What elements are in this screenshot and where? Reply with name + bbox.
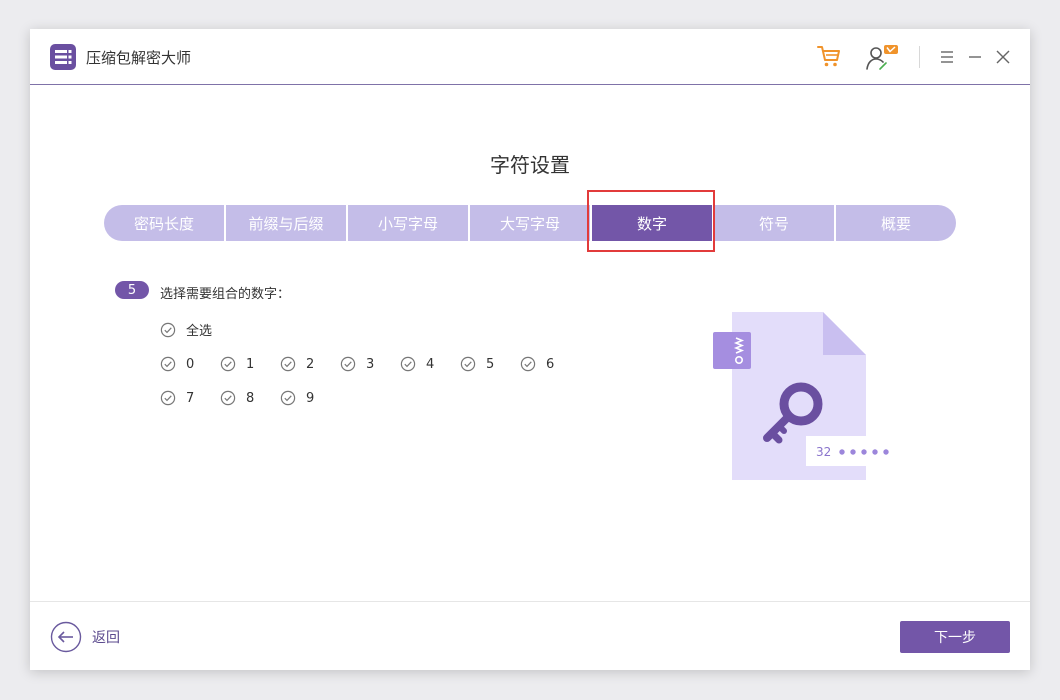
tab-summary[interactable]: 概要 [836, 205, 956, 241]
check-circle-icon [220, 390, 236, 406]
digit-checkbox-8[interactable]: 8 [220, 390, 254, 406]
check-circle-icon [160, 390, 176, 406]
digit-label: 6 [546, 356, 555, 372]
cart-icon[interactable] [816, 43, 842, 69]
digit-checkbox-2[interactable]: 2 [280, 356, 314, 372]
step-label: 选择需要组合的数字： [160, 287, 291, 302]
check-circle-icon [160, 322, 176, 337]
digit-label: 4 [426, 356, 435, 372]
digit-checkbox-0[interactable]: 0 [160, 356, 194, 372]
app-title: 压缩包解密大师 [86, 49, 192, 67]
check-circle-icon [220, 356, 236, 372]
digit-checkbox-4[interactable]: 4 [400, 356, 434, 372]
titlebar-separator [919, 46, 920, 68]
digit-checkbox-5[interactable]: 5 [460, 356, 494, 372]
digit-label: 8 [246, 390, 255, 406]
zip-key-illustration: 32 [713, 312, 903, 480]
page-title: 字符设置 [490, 153, 570, 177]
digit-label: 0 [186, 356, 195, 372]
check-circle-icon [340, 356, 356, 372]
digit-checkbox-7[interactable]: 7 [160, 390, 194, 406]
digit-label: 2 [306, 356, 315, 372]
back-label: 返回 [92, 630, 120, 646]
back-arrow-icon [50, 621, 82, 653]
digit-label: 9 [306, 390, 315, 406]
select-all-checkbox[interactable]: 全选 [160, 320, 212, 339]
tab-lowercase[interactable]: 小写字母 [348, 205, 468, 241]
user-vip-icon[interactable] [864, 43, 900, 71]
tab-symbols[interactable]: 符号 [714, 205, 834, 241]
tab-password-length[interactable]: 密码长度 [104, 205, 224, 241]
tab-uppercase[interactable]: 大写字母 [470, 205, 590, 241]
zipper-icon [713, 332, 751, 369]
check-circle-icon [280, 356, 296, 372]
digit-label: 1 [246, 356, 255, 372]
digit-label: 5 [486, 356, 495, 372]
minimize-icon[interactable] [966, 49, 984, 65]
check-circle-icon [400, 356, 416, 372]
check-circle-icon [520, 356, 536, 372]
menu-icon[interactable] [938, 49, 956, 65]
digit-checkbox-1[interactable]: 1 [220, 356, 254, 372]
sample-password-text: 32 [816, 445, 831, 459]
title-bar: 压缩包解密大师 [30, 29, 1030, 85]
digit-label: 3 [366, 356, 375, 372]
digit-checkbox-9[interactable]: 9 [280, 390, 314, 406]
check-circle-icon [160, 356, 176, 372]
back-button[interactable]: 返回 [50, 621, 120, 653]
app-window: 压缩包解密大师 字符设置 密码长度 前缀与后缀 小写字母 大写字母 数字 符号 … [30, 29, 1030, 670]
close-icon[interactable] [994, 49, 1012, 65]
check-circle-icon [280, 390, 296, 406]
step-badge: 5 [115, 281, 149, 299]
tab-digits[interactable]: 数字 [592, 205, 712, 241]
check-circle-icon [460, 356, 476, 372]
digit-checkbox-6[interactable]: 6 [520, 356, 554, 372]
select-all-label: 全选 [186, 324, 213, 339]
next-step-button[interactable]: 下一步 [900, 621, 1010, 653]
digit-label: 7 [186, 390, 195, 406]
footer-bar: 返回 下一步 [30, 601, 1030, 670]
tab-prefix-suffix[interactable]: 前缀与后缀 [226, 205, 346, 241]
digit-checkbox-3[interactable]: 3 [340, 356, 374, 372]
app-logo-icon [50, 44, 76, 70]
settings-tabs: 密码长度 前缀与后缀 小写字母 大写字母 数字 符号 概要 [104, 205, 956, 241]
